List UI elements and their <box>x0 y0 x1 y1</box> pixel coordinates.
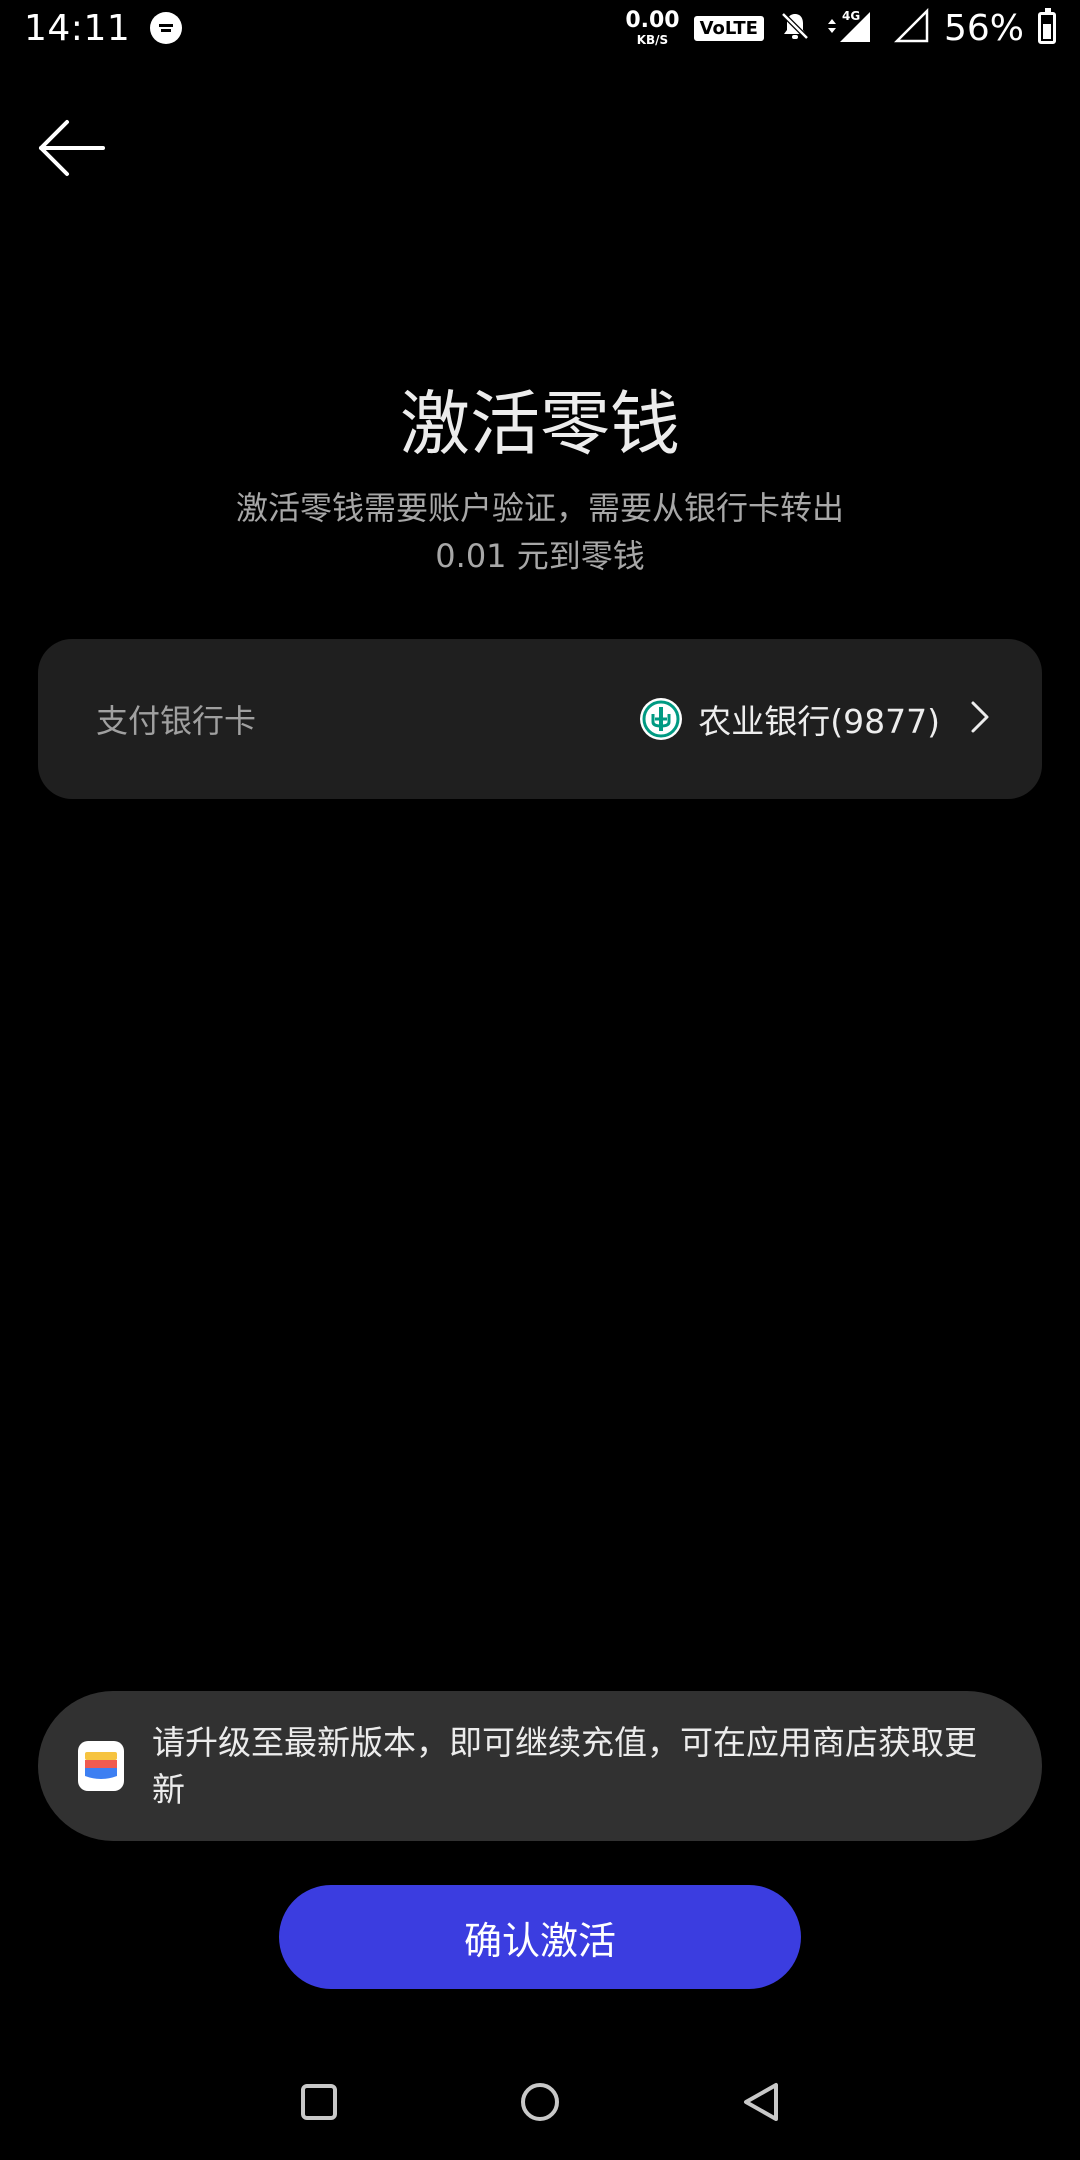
back-button[interactable] <box>36 112 108 184</box>
system-nav-bar <box>0 2062 1080 2142</box>
page-subtitle: 激活零钱需要账户验证，需要从银行卡转出 0.01 元到零钱 <box>190 484 890 580</box>
toast-message: 请升级至最新版本，即可继续充值，可在应用商店获取更新 <box>152 1723 977 1809</box>
circle-icon <box>521 2083 559 2121</box>
home-button[interactable] <box>500 2062 580 2142</box>
triangle-back-icon <box>744 2083 778 2121</box>
subtitle-line-2: 0.01 元到零钱 <box>435 537 645 575</box>
confirm-activate-button[interactable]: 确认激活 <box>279 1885 801 1989</box>
system-back-button[interactable] <box>721 2062 801 2142</box>
net-speed-unit: KB/S <box>636 33 669 47</box>
payment-card-label: 支付银行卡 <box>96 702 257 740</box>
abc-bank-logo-icon <box>640 698 683 740</box>
net-speed: 0.00 KB/S <box>625 8 680 47</box>
page-title: 激活零钱 <box>400 383 680 465</box>
status-time: 14:11 <box>24 7 131 49</box>
message-notification-icon <box>150 12 183 44</box>
signal-4g-icon: 4G <box>826 8 880 48</box>
arrow-left-icon <box>39 120 105 176</box>
selected-bank[interactable]: 农业银行(9877) <box>640 695 990 743</box>
battery-icon <box>1038 8 1056 44</box>
net-speed-value: 0.00 <box>625 8 680 33</box>
bank-name: 农业银行(9877) <box>698 702 940 741</box>
wallet-app-icon <box>78 1741 124 1791</box>
status-left: 14:11 <box>24 7 183 49</box>
recents-button[interactable] <box>279 2062 359 2142</box>
battery-percent: 56% <box>943 7 1024 49</box>
bell-muted-icon <box>778 9 812 47</box>
signal-empty-icon <box>893 7 930 48</box>
subtitle-line-1: 激活零钱需要账户验证，需要从银行卡转出 <box>235 489 844 527</box>
svg-text:4G: 4G <box>842 9 860 23</box>
volte-badge: VoLTE <box>693 15 764 41</box>
status-right: 0.00 KB/S VoLTE 4G 56% <box>625 8 1056 49</box>
payment-card-selector[interactable]: 支付银行卡 农业银行(9877) <box>38 639 1042 799</box>
chevron-right-icon <box>970 700 990 738</box>
square-icon <box>301 2084 337 2120</box>
status-bar: 14:11 0.00 KB/S VoLTE 4G 56% <box>0 0 1080 56</box>
upgrade-toast: 请升级至最新版本，即可继续充值，可在应用商店获取更新 <box>38 1691 1042 1841</box>
